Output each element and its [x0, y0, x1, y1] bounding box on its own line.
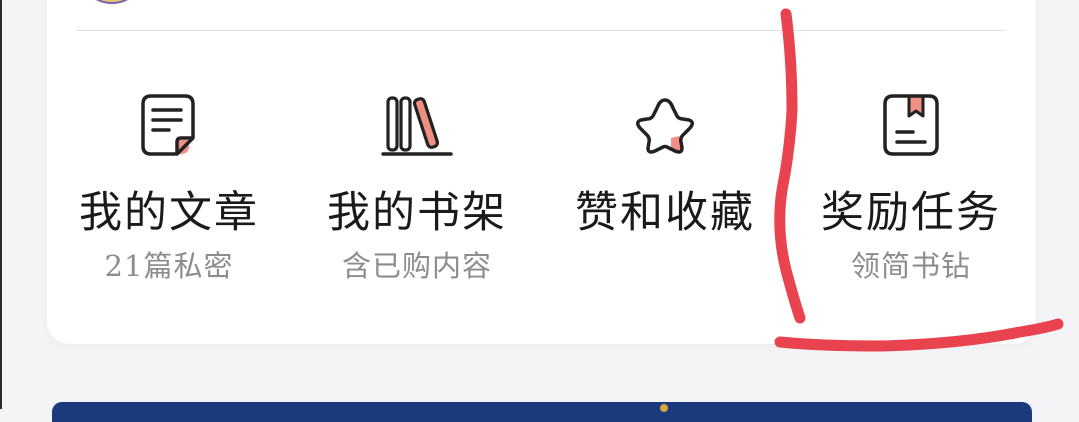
feature-title: 我的书架: [327, 188, 507, 238]
window-left-edge: [0, 0, 2, 409]
feature-subtitle: 领简书钻: [850, 249, 971, 283]
feature-subtitle: 含已购内容: [341, 249, 492, 283]
feature-title: 我的文章: [79, 188, 259, 238]
feature-subtitle: 21篇私密: [104, 249, 234, 283]
bookshelf-icon: [381, 96, 453, 156]
feature-my-articles[interactable]: 我的文章 21篇私密: [54, 88, 284, 308]
banner-badge-icon: [660, 404, 668, 412]
feature-my-bookshelf[interactable]: 我的书架 含已购内容: [302, 88, 532, 308]
feature-title: 奖励任务: [821, 188, 1001, 238]
article-icon: [141, 94, 195, 156]
star-icon: [636, 98, 694, 154]
bookmark-book-icon: [883, 94, 939, 156]
feature-likes-and-favorites[interactable]: 赞和收藏: [550, 88, 780, 308]
bottom-banner[interactable]: [52, 402, 1032, 422]
divider: [76, 30, 1006, 31]
feature-title: 赞和收藏: [575, 188, 755, 238]
feature-reward-tasks[interactable]: 奖励任务 领简书钻: [796, 88, 1026, 308]
